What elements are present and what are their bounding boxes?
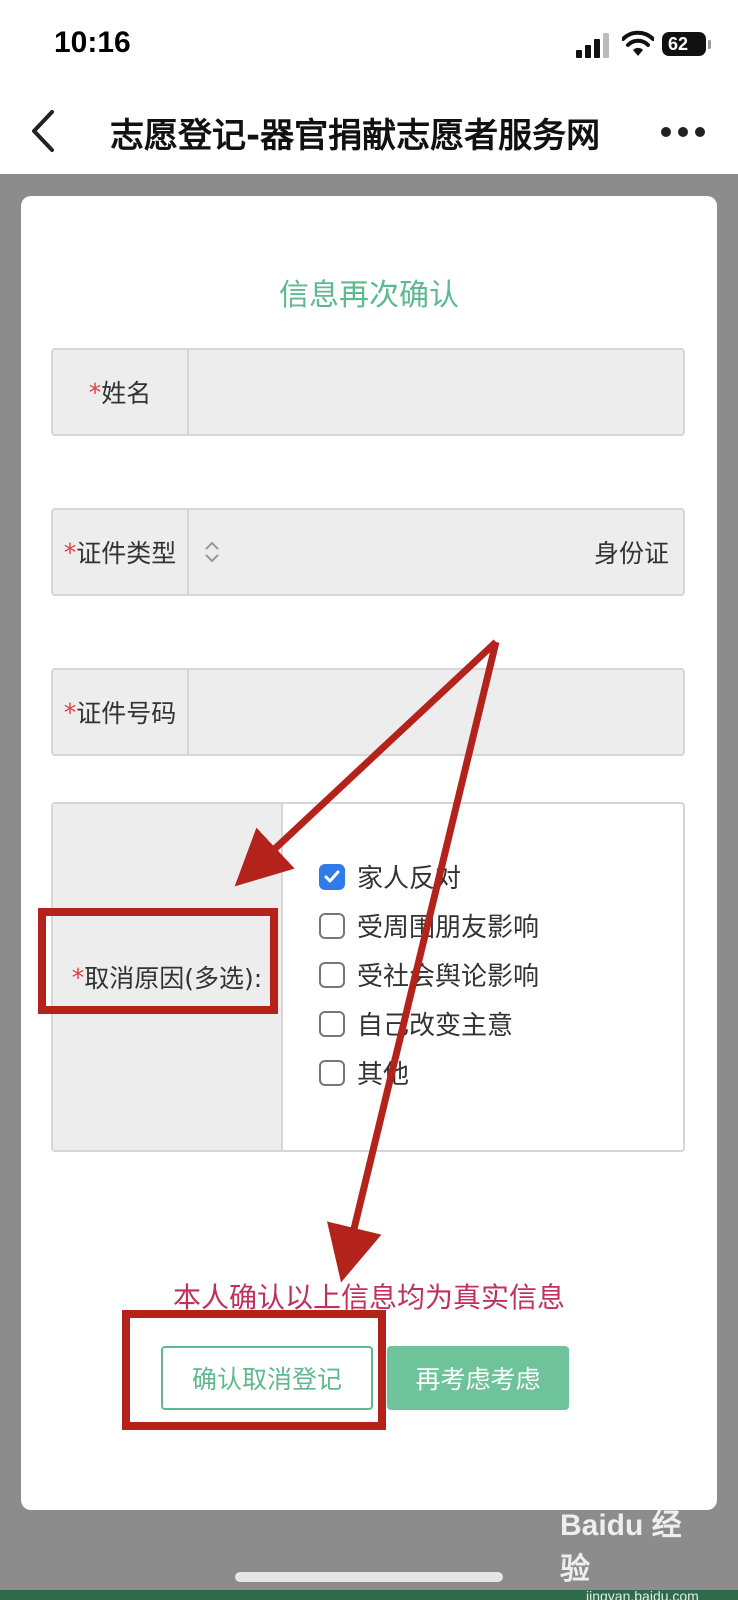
battery-icon: 62 [662, 32, 711, 56]
required-mark: * [88, 377, 102, 407]
baidu-watermark: Baidu 经验 jingyan.baidu.com [560, 1500, 710, 1600]
required-mark: * [63, 697, 77, 727]
id-type-label: * 证件类型 [53, 510, 189, 594]
required-mark: * [63, 537, 77, 567]
checkbox[interactable] [319, 961, 345, 988]
status-bar: 10:16 62 [0, 0, 738, 90]
reason-option-other[interactable]: 其他 [319, 1048, 539, 1097]
reason-option-label: 自己改变主意 [357, 1011, 514, 1041]
id-type-label-text: 证件类型 [76, 539, 177, 568]
page-title: 志愿登记-器官捐献志愿者服务网 [110, 116, 601, 156]
id-type-field: * 证件类型 身份证 [51, 508, 685, 596]
wifi-icon [622, 30, 654, 56]
reason-option-changed-mind[interactable]: 自己改变主意 [319, 999, 539, 1048]
battery-level: 62 [668, 34, 689, 54]
id-number-label: * 证件号码 [53, 670, 189, 754]
name-field: * 姓名 [51, 348, 685, 436]
reason-option-friends[interactable]: 受周围朋友影响 [319, 901, 539, 950]
dialog-title: 信息再次确认 [279, 278, 459, 313]
more-options-icon[interactable] [660, 126, 706, 138]
nav-bar: 志愿登记-器官捐献志愿者服务网 [0, 90, 738, 174]
reason-option-label: 家人反对 [357, 864, 462, 894]
status-time: 10:16 [54, 26, 131, 59]
name-label: * 姓名 [53, 350, 189, 434]
id-number-label-text: 证件号码 [76, 699, 177, 728]
name-input[interactable] [189, 350, 683, 434]
watermark-site: jingyan.baidu.com [586, 1588, 699, 1600]
id-type-value: 身份证 [593, 539, 669, 568]
name-label-text: 姓名 [101, 379, 152, 408]
reason-options: 家人反对 受周围朋友影响 受社会舆论影响 自己改变主意 其他 [319, 852, 539, 1097]
reason-option-public-opinion[interactable]: 受社会舆论影响 [319, 950, 539, 999]
back-chevron-icon[interactable] [28, 108, 62, 154]
reason-option-label: 受周围朋友影响 [357, 913, 540, 943]
checkbox[interactable] [319, 912, 345, 939]
checkbox[interactable] [319, 1010, 345, 1037]
checkbox-checked[interactable] [319, 863, 345, 890]
reason-option-label: 受社会舆论影响 [357, 962, 540, 992]
checkbox[interactable] [319, 1059, 345, 1086]
home-indicator[interactable] [235, 1572, 503, 1582]
watermark-logo: Baidu 经验 [560, 1509, 682, 1586]
reason-option-label: 其他 [357, 1060, 410, 1090]
annotation-highlight-reason [38, 908, 278, 1014]
cellular-signal-icon [576, 33, 609, 58]
reason-option-family[interactable]: 家人反对 [319, 852, 539, 901]
reconsider-button[interactable]: 再考虑考虑 [387, 1346, 569, 1410]
id-number-field: * 证件号码 [51, 668, 685, 756]
id-type-select[interactable]: 身份证 [189, 510, 683, 594]
annotation-highlight-confirm-button [122, 1310, 386, 1430]
select-arrows-icon [205, 541, 219, 563]
id-number-input[interactable] [189, 670, 683, 754]
